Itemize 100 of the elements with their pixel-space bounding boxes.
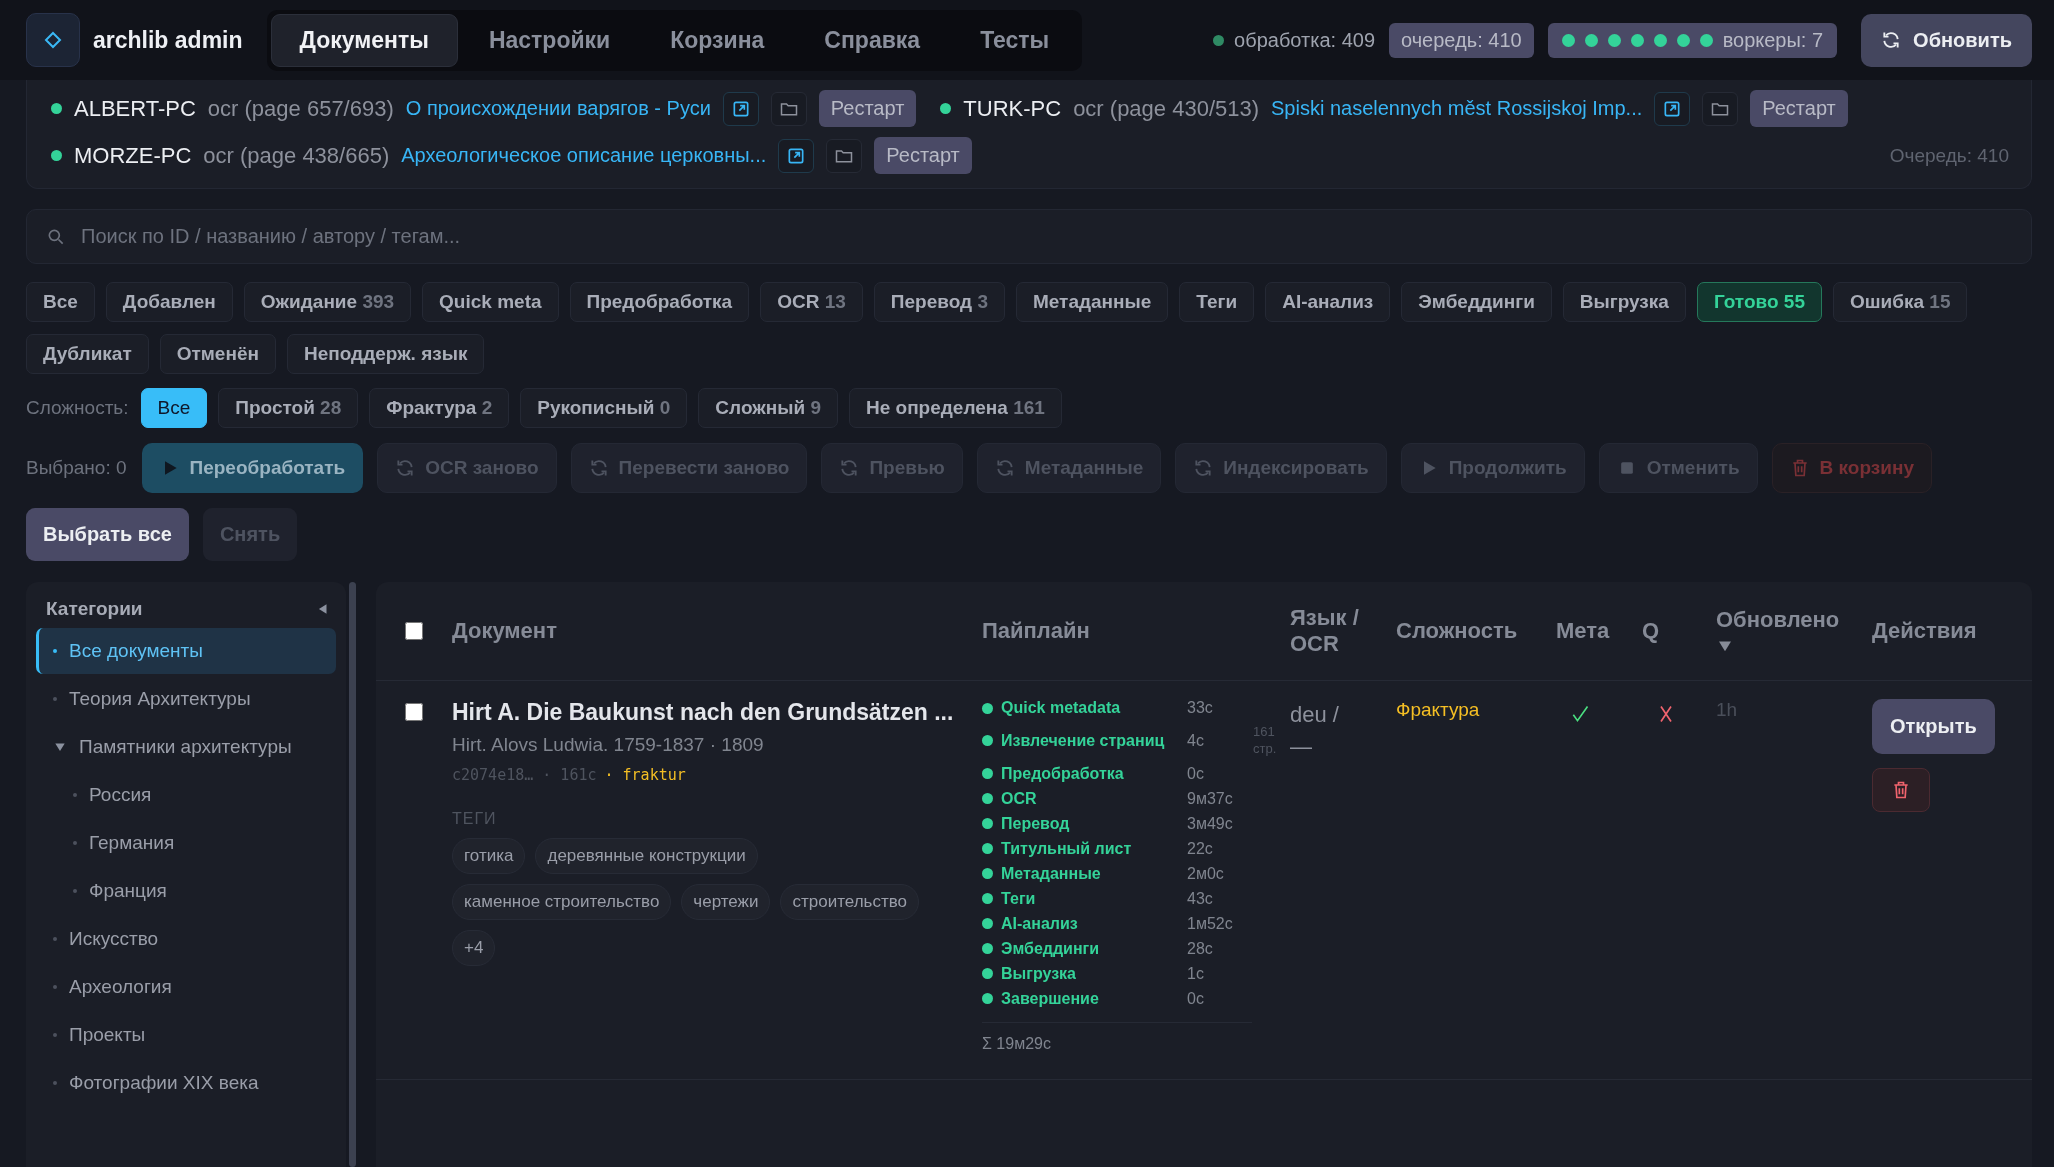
- open-button[interactable]: Открыть: [1872, 699, 1995, 754]
- status-filter[interactable]: Метаданные: [1015, 282, 1169, 322]
- action-button[interactable]: Переобработать: [141, 443, 364, 493]
- open-link-button[interactable]: [1654, 91, 1691, 126]
- status-filter[interactable]: Дубликат: [26, 334, 149, 374]
- complexity-filter[interactable]: Не определена 161: [848, 388, 1062, 428]
- restart-button[interactable]: Рестарт: [874, 137, 972, 174]
- status-filter[interactable]: AI-анализ: [1265, 282, 1391, 322]
- complexity-filter[interactable]: Простой 28: [218, 388, 359, 428]
- nav-tab[interactable]: Справка: [795, 13, 950, 67]
- column-header[interactable]: Язык / OCR: [1290, 605, 1396, 657]
- category-item[interactable]: Теория Архитектуры: [36, 676, 336, 722]
- row-checkbox[interactable]: [405, 703, 423, 721]
- complexity-filter[interactable]: Рукописный 0: [520, 388, 688, 428]
- step-duration: 1м52с: [1187, 914, 1234, 933]
- selection-count: Выбрано: 0: [26, 457, 127, 479]
- step-duration: 33с: [1187, 699, 1214, 717]
- search-field[interactable]: Поиск по ID / названию / автору / тегам...: [26, 209, 2032, 264]
- category-item[interactable]: Археология: [36, 964, 336, 1010]
- complexity-filter[interactable]: Фрактура 2: [369, 388, 510, 428]
- column-header[interactable]: Q: [1642, 618, 1660, 644]
- scrollbar[interactable]: [349, 582, 356, 1167]
- worker-name: ALBERT-PC: [74, 95, 196, 122]
- category-item[interactable]: Искусство: [36, 916, 336, 962]
- complexity-filter[interactable]: Сложный 9: [698, 388, 838, 428]
- select-all-button[interactable]: Выбрать все: [26, 508, 189, 561]
- column-header[interactable]: Действия: [1872, 618, 1977, 644]
- processing-count: обработка: 409: [1234, 28, 1375, 52]
- column-header[interactable]: Пайплайн: [982, 618, 1090, 644]
- language-cell-text: deu / —: [1290, 701, 1340, 761]
- nav-tab[interactable]: Документы: [270, 13, 458, 67]
- tags-label: ТЕГИ: [452, 810, 497, 828]
- select-all-checkbox[interactable]: [405, 622, 423, 640]
- category-item[interactable]: Франция: [36, 868, 336, 914]
- nav-tab[interactable]: Настройки: [459, 13, 640, 67]
- more-tags[interactable]: +4: [452, 930, 496, 966]
- status-filter[interactable]: OCR 13: [760, 282, 863, 322]
- sidebar-title: Категории: [46, 598, 143, 620]
- column-header[interactable]: Обновлено: [1716, 607, 1840, 633]
- refresh-icon: [1881, 30, 1902, 50]
- tag[interactable]: строительство: [780, 884, 920, 920]
- status-filter[interactable]: Ошибка 15: [1832, 282, 1968, 322]
- column-header[interactable]: Сложность: [1396, 618, 1518, 644]
- refresh-button[interactable]: Обновить: [1861, 13, 2032, 67]
- step-duration: 43с: [1187, 889, 1214, 908]
- status-filter[interactable]: Quick meta: [422, 282, 559, 322]
- category-item[interactable]: Фотографии XIX века: [36, 1060, 336, 1106]
- step-duration: 9м37с: [1187, 789, 1234, 808]
- status-filter[interactable]: Предобработка: [569, 282, 750, 322]
- queue-note: Очередь: 410: [1889, 144, 2009, 167]
- document-link[interactable]: О происхождении варягов - Руси: [405, 97, 711, 120]
- pipeline-step: Теги: [1001, 889, 1179, 908]
- document-link[interactable]: Археологическое описание церковны...: [401, 144, 767, 167]
- category-item[interactable]: Россия: [36, 772, 336, 818]
- category-item[interactable]: Германия: [36, 820, 336, 866]
- script-type: · fraktur: [604, 766, 686, 784]
- folder-button[interactable]: [1702, 91, 1739, 126]
- tag[interactable]: каменное строительство: [452, 884, 672, 920]
- pipeline-step: Завершение: [1001, 989, 1179, 1008]
- open-link-button[interactable]: [778, 138, 815, 173]
- tag[interactable]: чертежи: [681, 884, 771, 920]
- column-header[interactable]: Документ: [452, 618, 557, 644]
- worker-name: TURK-PC: [963, 95, 1062, 122]
- worker-activity: ocr (page 430/513): [1073, 95, 1260, 122]
- workers-count: воркеры: 7: [1722, 28, 1824, 52]
- app-title: archlib admin: [93, 26, 243, 54]
- open-link-button[interactable]: [722, 91, 759, 126]
- tag[interactable]: деревянные конструкции: [535, 838, 758, 874]
- status-filter[interactable]: Готово 55: [1696, 282, 1822, 322]
- status-filter[interactable]: Отменён: [159, 334, 276, 374]
- page-count: 161 стр.: [1253, 724, 1278, 758]
- nav-tab[interactable]: Корзина: [641, 13, 794, 67]
- step-duration: 0с: [1187, 989, 1205, 1008]
- category-item[interactable]: Проекты: [36, 1012, 336, 1058]
- tag[interactable]: готика: [452, 838, 526, 874]
- status-filter[interactable]: Все: [26, 282, 95, 322]
- document-link[interactable]: Spiski naselennych měst Rossijskoj Imp...: [1271, 97, 1643, 120]
- status-filter[interactable]: Неподдерж. язык: [286, 334, 485, 374]
- folder-button[interactable]: [770, 91, 807, 126]
- restart-button[interactable]: Рестарт: [1750, 90, 1848, 127]
- delete-button[interactable]: [1872, 768, 1930, 812]
- document-title[interactable]: Hirt A. Die Baukunst nach den Grundsätzen ...: [452, 699, 954, 726]
- nav-tab[interactable]: Тесты: [951, 13, 1079, 67]
- status-filter[interactable]: Эмбеддинги: [1401, 282, 1552, 322]
- folder-button[interactable]: [826, 138, 863, 173]
- step-duration: 4с: [1187, 731, 1205, 750]
- category-item[interactable]: Памятники архитектуры: [36, 724, 336, 770]
- complexity-filter[interactable]: Все: [140, 388, 208, 428]
- category-item[interactable]: Все документы: [36, 628, 336, 674]
- restart-button[interactable]: Рестарт: [818, 90, 917, 127]
- status-filter[interactable]: Перевод 3: [873, 282, 1005, 322]
- column-header[interactable]: Мета: [1556, 618, 1610, 644]
- pipeline-step: Титульный лист: [1001, 839, 1179, 858]
- status-filter[interactable]: Теги: [1179, 282, 1255, 322]
- status-filter[interactable]: Добавлен: [105, 282, 233, 322]
- status-filter[interactable]: Ожидание 393: [243, 282, 412, 322]
- status-filter[interactable]: Выгрузка: [1562, 282, 1686, 322]
- pipeline-step: OCR: [1001, 789, 1179, 808]
- worker-activity: ocr (page 657/693): [207, 95, 394, 122]
- refresh-icon: [395, 458, 416, 478]
